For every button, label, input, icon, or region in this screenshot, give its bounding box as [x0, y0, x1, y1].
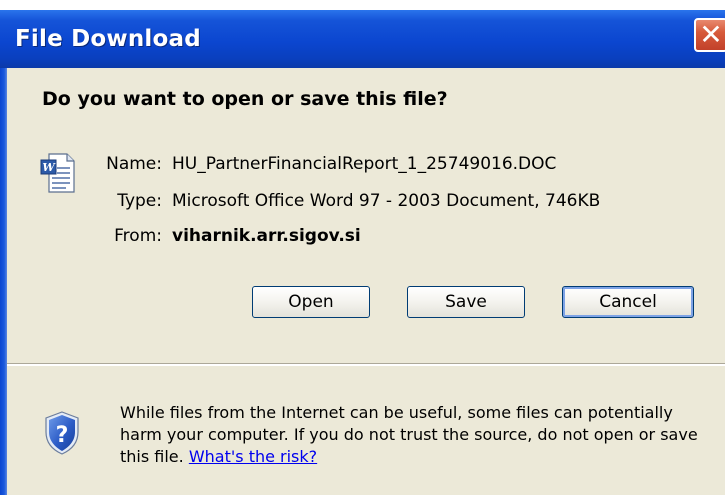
file-type-value: Microsoft Office Word 97 - 2003 Document…	[172, 191, 601, 211]
prompt-question: Do you want to open or save this file?	[42, 88, 448, 110]
security-warning: While files from the Internet can be use…	[120, 402, 710, 468]
file-from-row: From: viharnik.arr.sigov.si	[70, 224, 361, 248]
close-icon: ✕	[699, 18, 723, 51]
close-button[interactable]: ✕	[694, 18, 725, 52]
title-bar[interactable]: File Download ✕	[0, 10, 725, 68]
file-from-value: viharnik.arr.sigov.si	[172, 226, 361, 246]
divider	[7, 363, 725, 366]
open-button[interactable]: Open	[252, 286, 370, 318]
file-from-label: From:	[114, 226, 162, 246]
dialog-body	[0, 68, 725, 364]
file-name-row: Name: HU_PartnerFinancialReport_1_2574901…	[70, 152, 556, 176]
window-left-border	[0, 68, 7, 495]
file-type-label: Type:	[117, 191, 162, 211]
whats-the-risk-link[interactable]: What's the risk?	[189, 447, 317, 466]
svg-text:W: W	[42, 161, 56, 174]
file-name-label: Name:	[106, 154, 162, 174]
file-download-dialog: File Download ✕ Do you want to open or s…	[0, 0, 725, 495]
file-name-value: HU_PartnerFinancialReport_1_25749016.DOC	[172, 154, 557, 174]
file-type-row: Type: Microsoft Office Word 97 - 2003 Doc…	[70, 189, 600, 213]
window-title: File Download	[15, 26, 201, 52]
save-button[interactable]: Save	[407, 286, 525, 318]
security-shield-question-icon: ?	[45, 411, 79, 455]
cancel-button[interactable]: Cancel	[562, 286, 694, 318]
svg-text:?: ?	[56, 423, 69, 448]
